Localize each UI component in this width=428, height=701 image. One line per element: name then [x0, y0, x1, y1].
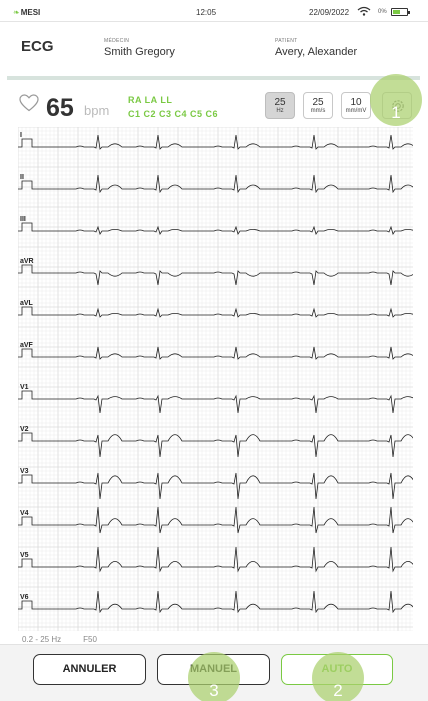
- lead-label-v2: V2: [20, 426, 29, 433]
- heart-rate-value: 65: [46, 94, 74, 122]
- doctor-name: Smith Gregory: [104, 46, 175, 58]
- callout-marker-3: 3: [188, 652, 240, 701]
- lead-label-v6: V6: [20, 594, 29, 601]
- heart-icon: [19, 94, 39, 117]
- status-date: 22/09/2022: [309, 8, 350, 17]
- filter-value: 25: [274, 97, 286, 108]
- battery-percent: 0%: [378, 9, 387, 15]
- heart-rate-unit: bpm: [84, 103, 110, 118]
- lead-status: RA LA LL C1 C2 C3 C4 C5 C6: [128, 93, 218, 121]
- grid-minor-lines: [18, 127, 413, 631]
- cancel-button[interactable]: ANNULER: [33, 654, 146, 685]
- lead-label-iii: III: [20, 216, 26, 223]
- leaf-logo-icon: ❧: [13, 8, 20, 17]
- lead-label-v1: V1: [20, 384, 29, 391]
- battery-icon: [391, 8, 410, 16]
- battery-fill: [393, 10, 401, 14]
- speed-unit: mm/s: [310, 108, 326, 114]
- speed-value: 25: [312, 97, 324, 108]
- callout-number: 3: [209, 681, 219, 700]
- wifi-icon: [357, 6, 371, 18]
- ecg-panel: 65 bpm RA LA LL C1 C2 C3 C4 C5 C6 25 Hz …: [7, 76, 420, 644]
- lead-label-v3: V3: [20, 468, 29, 475]
- limb-leads: RA LA LL: [128, 95, 173, 105]
- gain-value: 10: [350, 97, 362, 108]
- lead-label-v4: V4: [20, 510, 29, 517]
- filter-unit: Hz: [276, 108, 284, 114]
- filter-setting-button[interactable]: 25 Hz: [265, 92, 295, 119]
- lead-label-avr: aVR: [20, 258, 34, 265]
- ecg-grid: IIIIIIaVRaVLaVFV1V2V3V4V5V6: [18, 127, 413, 631]
- app-logo: ❧MESI: [13, 8, 40, 17]
- status-bar: ❧MESI 12:05 22/09/2022 0%: [0, 0, 428, 22]
- page-title: ECG: [21, 38, 54, 55]
- lead-label-ii: II: [20, 174, 24, 181]
- lead-label-avf: aVF: [20, 342, 34, 349]
- speed-setting-button[interactable]: 25 mm/s: [303, 92, 333, 119]
- callout-number: 2: [333, 681, 343, 700]
- filter-code: F50: [83, 635, 97, 644]
- callout-marker-1: 1: [370, 74, 422, 126]
- lead-label-avl: aVL: [20, 300, 34, 307]
- status-time: 12:05: [196, 8, 217, 17]
- chest-leads: C1 C2 C3 C4 C5 C6: [128, 109, 219, 119]
- patient-label: PATIENT: [275, 38, 298, 44]
- gain-setting-button[interactable]: 10 mm/mV: [341, 92, 371, 119]
- filter-info: 0.2 - 25 Hz F50: [22, 635, 97, 644]
- header: ECG MÉDECIN Smith Gregory PATIENT Avery,…: [0, 22, 428, 72]
- callout-marker-2: 2: [312, 652, 364, 701]
- patient-name: Avery, Alexander: [275, 46, 358, 58]
- lead-label-v5: V5: [20, 552, 29, 559]
- lead-label-i: I: [20, 132, 22, 139]
- filter-range: 0.2 - 25 Hz: [22, 635, 62, 644]
- doctor-label: MÉDECIN: [104, 38, 130, 44]
- logo-text: MESI: [20, 8, 41, 17]
- callout-number: 1: [391, 103, 401, 122]
- gain-unit: mm/mV: [345, 108, 367, 114]
